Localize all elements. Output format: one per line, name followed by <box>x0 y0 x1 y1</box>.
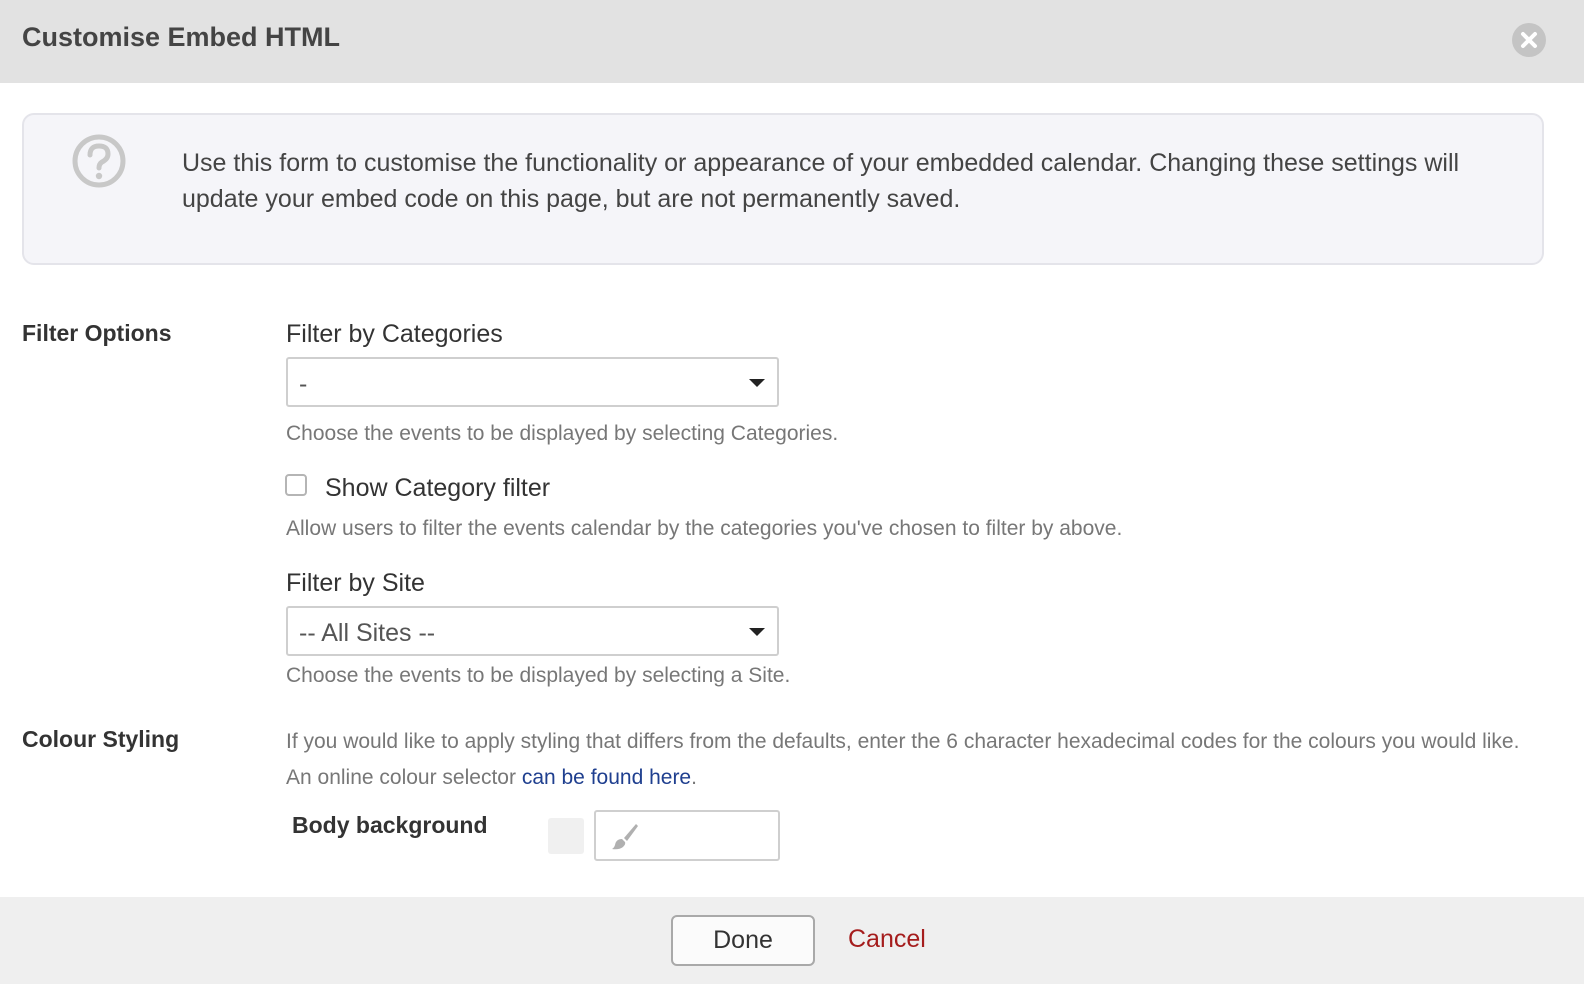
show-category-filter-checkbox[interactable] <box>285 474 307 496</box>
filter-options-label: Filter Options <box>22 320 172 346</box>
colour-intro-end: . <box>691 766 697 789</box>
categories-help: Choose the events to be displayed by sel… <box>286 422 839 445</box>
filter-categories-label: Filter by Categories <box>286 320 503 348</box>
colour-styling-label: Colour Styling <box>22 726 180 752</box>
categories-select[interactable]: - <box>286 357 779 407</box>
colour-intro-text: If you would like to apply styling that … <box>286 730 1520 789</box>
site-help: Choose the events to be displayed by sel… <box>286 664 791 687</box>
paintbrush-icon <box>612 824 638 850</box>
colour-intro: If you would like to apply styling that … <box>286 724 1546 796</box>
categories-select-value: - <box>299 370 308 398</box>
filter-site-label: Filter by Site <box>286 569 425 597</box>
info-box: Use this form to customise the functiona… <box>22 113 1544 265</box>
dialog-footer: Done Cancel <box>0 897 1584 984</box>
caret-down-icon <box>749 379 765 387</box>
done-button[interactable]: Done <box>671 915 815 966</box>
cancel-link[interactable]: Cancel <box>848 925 926 954</box>
body-background-label: Body background <box>292 812 488 838</box>
dialog-title: Customise Embed HTML <box>22 22 341 52</box>
caret-down-icon <box>749 628 765 636</box>
show-category-filter-label[interactable]: Show Category filter <box>325 474 550 503</box>
show-category-filter-help: Allow users to filter the events calenda… <box>286 517 1123 540</box>
info-text: Use this form to customise the functiona… <box>182 149 1460 213</box>
colour-selector-link[interactable]: can be found here <box>522 766 691 789</box>
site-select-value: -- All Sites -- <box>299 619 436 647</box>
dialog-header: Customise Embed HTML <box>0 0 1584 83</box>
question-circle-icon <box>72 134 126 188</box>
site-select[interactable]: -- All Sites -- <box>286 606 779 656</box>
body-background-swatch[interactable] <box>548 818 584 854</box>
body-background-input[interactable] <box>594 810 780 861</box>
close-icon[interactable] <box>1512 23 1546 57</box>
